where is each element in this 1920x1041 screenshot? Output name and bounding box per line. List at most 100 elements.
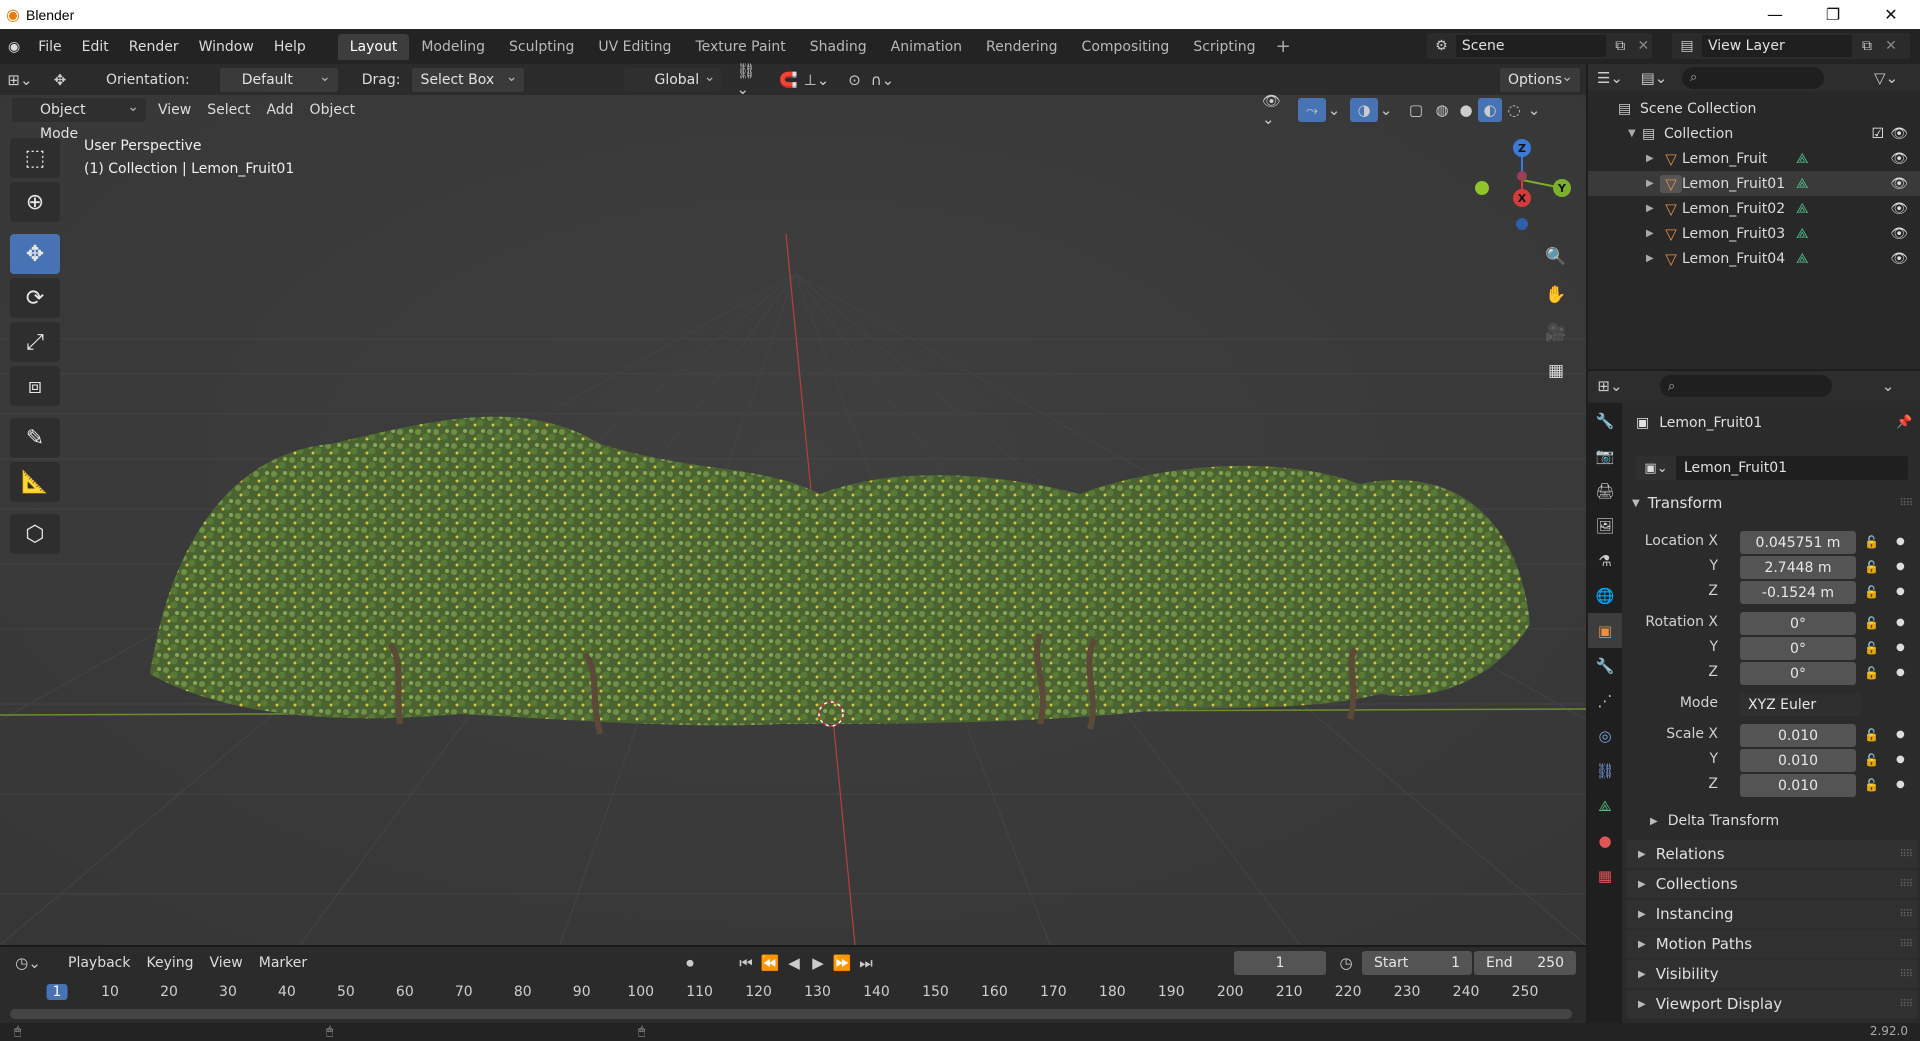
mesh-data-icon[interactable]: ⟁ bbox=[1796, 176, 1809, 192]
filter-icon[interactable]: ▽⌄ bbox=[1864, 66, 1908, 90]
menu-select[interactable]: Select bbox=[199, 98, 258, 122]
keyframe-dot-icon[interactable]: ● bbox=[1896, 536, 1905, 547]
falloff-icon[interactable]: ∩⌄ bbox=[868, 68, 896, 92]
menu-view[interactable]: View bbox=[150, 98, 199, 122]
viewport-display-panel-header[interactable]: ▶ Viewport Display ⠿⠿ bbox=[1626, 990, 1918, 1018]
view-layer-field[interactable] bbox=[1702, 35, 1852, 57]
transform-tool-icon[interactable]: ⧈ bbox=[10, 366, 60, 406]
pan-hand-icon[interactable]: ✋ bbox=[1540, 279, 1572, 311]
object-mode-dropdown[interactable]: Object Mode bbox=[12, 95, 146, 142]
gizmo-toggle-icon[interactable]: ⤳ bbox=[1298, 97, 1326, 122]
relations-panel-header[interactable]: ▶ Relations ⠿⠿ bbox=[1626, 840, 1918, 868]
snap-target-icon[interactable]: ⊥⌄ bbox=[802, 68, 830, 92]
end-frame-field[interactable]: End 250 bbox=[1474, 951, 1576, 975]
gizmo-neg-y[interactable] bbox=[1475, 181, 1489, 195]
tab-rendering[interactable]: Rendering bbox=[974, 34, 1070, 60]
jump-start-icon[interactable]: ⏮ bbox=[734, 951, 758, 975]
move-tool-button-icon[interactable]: ✥ bbox=[10, 234, 60, 274]
proportional-edit-icon[interactable]: ⊙ bbox=[840, 68, 868, 92]
keyframe-dot-icon[interactable]: ● bbox=[1896, 617, 1905, 628]
playback-menu[interactable]: Playback bbox=[60, 951, 138, 975]
instancing-panel-header[interactable]: ▶ Instancing ⠿⠿ bbox=[1626, 900, 1918, 928]
lock-icon[interactable]: 🔓 bbox=[1864, 560, 1879, 574]
mesh-data-icon[interactable]: ⟁ bbox=[1796, 251, 1809, 267]
collection-expand-icon[interactable]: ▼ bbox=[1628, 128, 1642, 139]
expand-icon[interactable]: ▶ bbox=[1646, 178, 1660, 189]
transform-orientation-dropdown[interactable]: Global bbox=[624, 65, 723, 92]
tool-tab-icon[interactable]: 🔧 bbox=[1588, 403, 1622, 438]
cursor-tool-icon[interactable]: ⊕ bbox=[10, 182, 60, 222]
outliner-item[interactable]: ▶ ▽ Lemon_Fruit ⟁ 👁 bbox=[1588, 146, 1920, 171]
transform-panel-header[interactable]: ▼ Transform ⠿⠿ bbox=[1632, 494, 1918, 512]
lock-icon[interactable]: 🔓 bbox=[1864, 616, 1879, 630]
tab-shading[interactable]: Shading bbox=[798, 34, 879, 60]
gizmo-neg-z[interactable] bbox=[1516, 218, 1528, 230]
minimize-button[interactable]: — bbox=[1746, 0, 1804, 29]
gizmo-z-axis[interactable]: Z bbox=[1513, 139, 1531, 157]
keyframe-dot-icon[interactable]: ● bbox=[1896, 561, 1905, 572]
lock-icon[interactable]: 🔓 bbox=[1864, 753, 1879, 767]
view-layer-selector[interactable]: ▤ ⧉ ✕ bbox=[1672, 33, 1910, 59]
collection-checkbox[interactable]: ☑ bbox=[1871, 126, 1884, 142]
lock-icon[interactable]: 🔓 bbox=[1864, 728, 1879, 742]
gizmo-x-axis[interactable]: X bbox=[1513, 189, 1531, 207]
lock-icon[interactable]: 🔓 bbox=[1864, 778, 1879, 792]
keyframe-dot-icon[interactable]: ● bbox=[1896, 642, 1905, 653]
restore-button[interactable]: ❐ bbox=[1804, 0, 1862, 29]
location-x-field[interactable]: 0.045751 m bbox=[1740, 531, 1856, 554]
jump-end-icon[interactable]: ⏭ bbox=[854, 951, 878, 975]
visibility-panel-header[interactable]: ▶ Visibility ⠿⠿ bbox=[1626, 960, 1918, 988]
scene-collection-row[interactable]: ▤ Scene Collection bbox=[1588, 96, 1920, 121]
rotation-x-field[interactable]: 0° bbox=[1740, 612, 1856, 635]
annotate-tool-icon[interactable]: ✎ bbox=[10, 418, 60, 458]
snap-icon[interactable]: 🧲 bbox=[774, 68, 802, 92]
keyframe-dot-icon[interactable]: ● bbox=[1896, 586, 1905, 597]
tab-scripting[interactable]: Scripting bbox=[1181, 34, 1267, 60]
timeline-scrollbar[interactable] bbox=[10, 1009, 1572, 1019]
collection-eye-icon[interactable]: 👁 bbox=[1890, 126, 1908, 142]
options-dropdown[interactable]: Options bbox=[1500, 65, 1580, 92]
menu-help[interactable]: Help bbox=[264, 35, 316, 59]
outliner-item[interactable]: ▶ ▽ Lemon_Fruit03 ⟁ 👁 bbox=[1588, 221, 1920, 246]
keyframe-dot-icon[interactable]: ● bbox=[1896, 779, 1905, 790]
mesh-data-icon[interactable]: ⟁ bbox=[1796, 226, 1809, 242]
navigation-gizmo[interactable]: Z Y X bbox=[1470, 138, 1580, 238]
tab-layout[interactable]: Layout bbox=[337, 33, 410, 60]
gizmo-y-axis[interactable]: Y bbox=[1553, 179, 1571, 197]
tab-modeling[interactable]: Modeling bbox=[409, 34, 497, 60]
collection-row[interactable]: ▼ ▤ Collection ☑ 👁 bbox=[1588, 121, 1920, 146]
scale-x-field[interactable]: 0.010 bbox=[1740, 724, 1856, 747]
remove-scene-icon[interactable]: ✕ bbox=[1635, 38, 1652, 54]
rendered-shading-icon[interactable]: ◌ bbox=[1502, 98, 1526, 122]
menu-file[interactable]: File bbox=[28, 35, 71, 59]
add-workspace-button[interactable]: + bbox=[1268, 36, 1299, 57]
wireframe-shading-icon[interactable]: ◍ bbox=[1430, 98, 1454, 122]
view-layer-tab-icon[interactable]: 🖼 bbox=[1588, 508, 1622, 543]
new-view-layer-icon[interactable]: ⧉ bbox=[1852, 38, 1882, 54]
properties-search-field[interactable]: ⌕ bbox=[1660, 375, 1832, 397]
overlays-icon[interactable]: ◑ bbox=[1350, 97, 1378, 122]
delta-transform-subpanel[interactable]: ▶ Delta Transform bbox=[1650, 813, 1779, 829]
properties-editor-type-icon[interactable]: ⊞⌄ bbox=[1588, 374, 1632, 398]
keyframe-dot-icon[interactable]: ● bbox=[1896, 667, 1905, 678]
world-tab-icon[interactable]: 🌐 bbox=[1588, 578, 1622, 613]
menu-object[interactable]: Object bbox=[302, 98, 364, 122]
scale-y-field[interactable]: 0.010 bbox=[1740, 749, 1856, 772]
measure-tool-icon[interactable]: 📐 bbox=[10, 462, 60, 502]
gizmo-options-icon[interactable]: ⌄ bbox=[1326, 98, 1342, 122]
material-tab-icon[interactable]: ● bbox=[1588, 823, 1622, 858]
ortho-toggle-icon[interactable]: ▦ bbox=[1540, 355, 1572, 387]
orientation-dropdown[interactable]: Default bbox=[219, 65, 338, 92]
remove-view-layer-icon[interactable]: ✕ bbox=[1882, 38, 1900, 54]
solid-shading-icon[interactable]: ● bbox=[1454, 98, 1478, 122]
tab-compositing[interactable]: Compositing bbox=[1070, 34, 1182, 60]
object-browse-icon[interactable]: ▣⌄ bbox=[1636, 456, 1676, 480]
timeline-view-menu[interactable]: View bbox=[202, 951, 251, 975]
3d-viewport[interactable] bbox=[0, 64, 1586, 945]
properties-options-icon[interactable]: ⌄ bbox=[1874, 374, 1902, 398]
add-cube-tool-icon[interactable]: ⬡ bbox=[10, 514, 60, 554]
gizmo-neg-x[interactable] bbox=[1517, 171, 1527, 181]
mesh-data-icon[interactable]: ⟁ bbox=[1796, 151, 1809, 167]
rotation-y-field[interactable]: 0° bbox=[1740, 637, 1856, 660]
outliner-editor-type-icon[interactable]: ☰⌄ bbox=[1588, 66, 1632, 90]
